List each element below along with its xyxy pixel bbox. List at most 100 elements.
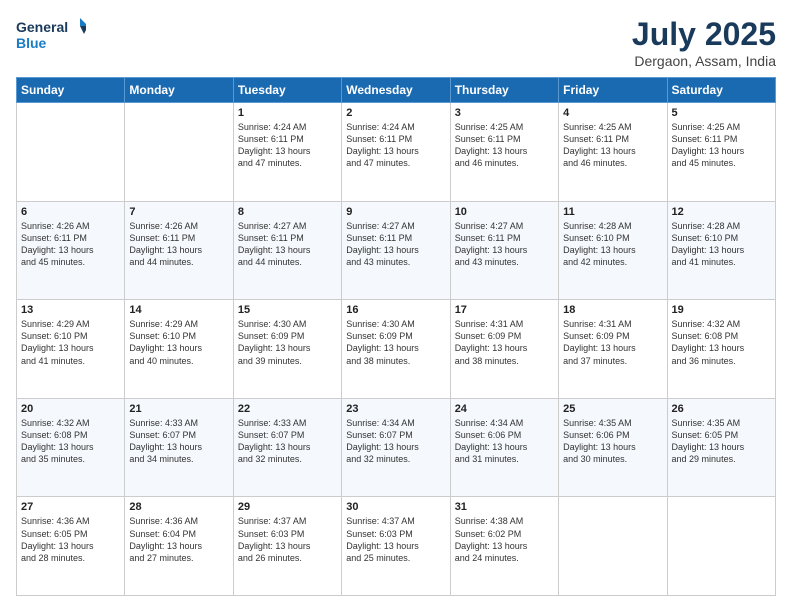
week-row-2: 6 Sunrise: 4:26 AM Sunset: 6:11 PM Daylig…	[17, 201, 776, 300]
cell-0-2: 1 Sunrise: 4:24 AM Sunset: 6:11 PM Daylig…	[233, 103, 341, 202]
cell-0-1	[125, 103, 233, 202]
location: Dergaon, Assam, India	[632, 53, 776, 69]
cell-4-2: 29 Sunrise: 4:37 AM Sunset: 6:03 PM Dayli…	[233, 497, 341, 596]
header-wednesday: Wednesday	[342, 78, 450, 103]
cell-text: Sunrise: 4:28 AM Sunset: 6:10 PM Dayligh…	[672, 220, 771, 269]
cell-0-4: 3Sunrise: 4:25 AM Sunset: 6:11 PM Daylig…	[450, 103, 558, 202]
week-row-4: 20 Sunrise: 4:32 AM Sunset: 6:08 PM Dayli…	[17, 398, 776, 497]
cell-text: Sunrise: 4:37 AM Sunset: 6:03 PM Dayligh…	[238, 515, 337, 564]
cell-1-0: 6 Sunrise: 4:26 AM Sunset: 6:11 PM Daylig…	[17, 201, 125, 300]
header-tuesday: Tuesday	[233, 78, 341, 103]
day-number: 15	[238, 304, 337, 316]
cell-text: Sunrise: 4:30 AM Sunset: 6:09 PM Dayligh…	[238, 318, 337, 367]
cell-text: Sunrise: 4:24 AM Sunset: 6:11 PM Dayligh…	[238, 121, 337, 170]
day-number: 16	[346, 304, 445, 316]
svg-text:Blue: Blue	[16, 35, 47, 51]
calendar-table: SundayMondayTuesdayWednesdayThursdayFrid…	[16, 77, 776, 596]
day-number: 3	[455, 107, 554, 119]
cell-4-3: 30 Sunrise: 4:37 AM Sunset: 6:03 PM Dayli…	[342, 497, 450, 596]
cell-text: Sunrise: 4:31 AM Sunset: 6:09 PM Dayligh…	[455, 318, 554, 367]
cell-text: Sunrise: 4:33 AM Sunset: 6:07 PM Dayligh…	[238, 417, 337, 466]
cell-text: Sunrise: 4:27 AM Sunset: 6:11 PM Dayligh…	[455, 220, 554, 269]
header-friday: Friday	[559, 78, 667, 103]
page: General Blue July 2025 Dergaon, Assam, I…	[0, 0, 792, 612]
day-number: 13	[21, 304, 120, 316]
cell-2-4: 17 Sunrise: 4:31 AM Sunset: 6:09 PM Dayli…	[450, 300, 558, 399]
day-number: 23	[346, 403, 445, 415]
cell-text: Sunrise: 4:35 AM Sunset: 6:06 PM Dayligh…	[563, 417, 662, 466]
day-number: 24	[455, 403, 554, 415]
header-monday: Monday	[125, 78, 233, 103]
day-number: 7	[129, 206, 228, 218]
cell-1-5: 11Sunrise: 4:28 AM Sunset: 6:10 PM Dayli…	[559, 201, 667, 300]
cell-text: Sunrise: 4:24 AM Sunset: 6:11 PM Dayligh…	[346, 121, 445, 170]
cell-text: Sunrise: 4:32 AM Sunset: 6:08 PM Dayligh…	[21, 417, 120, 466]
week-row-5: 27 Sunrise: 4:36 AM Sunset: 6:05 PM Dayli…	[17, 497, 776, 596]
day-number: 26	[672, 403, 771, 415]
day-number: 2	[346, 107, 445, 119]
title-block: July 2025 Dergaon, Assam, India	[632, 16, 776, 69]
day-number: 18	[563, 304, 662, 316]
day-number: 5	[672, 107, 771, 119]
month-title: July 2025	[632, 16, 776, 53]
cell-0-5: 4 Sunrise: 4:25 AM Sunset: 6:11 PM Daylig…	[559, 103, 667, 202]
header: General Blue July 2025 Dergaon, Assam, I…	[16, 16, 776, 69]
cell-text: Sunrise: 4:25 AM Sunset: 6:11 PM Dayligh…	[563, 121, 662, 170]
day-number: 29	[238, 501, 337, 513]
cell-3-0: 20 Sunrise: 4:32 AM Sunset: 6:08 PM Dayli…	[17, 398, 125, 497]
cell-2-5: 18 Sunrise: 4:31 AM Sunset: 6:09 PM Dayli…	[559, 300, 667, 399]
day-number: 8	[238, 206, 337, 218]
cell-text: Sunrise: 4:29 AM Sunset: 6:10 PM Dayligh…	[21, 318, 120, 367]
day-number: 14	[129, 304, 228, 316]
week-row-1: 1 Sunrise: 4:24 AM Sunset: 6:11 PM Daylig…	[17, 103, 776, 202]
cell-text: Sunrise: 4:26 AM Sunset: 6:11 PM Dayligh…	[21, 220, 120, 269]
day-number: 31	[455, 501, 554, 513]
logo: General Blue	[16, 16, 86, 52]
cell-4-1: 28Sunrise: 4:36 AM Sunset: 6:04 PM Dayli…	[125, 497, 233, 596]
cell-1-3: 9Sunrise: 4:27 AM Sunset: 6:11 PM Daylig…	[342, 201, 450, 300]
cell-4-0: 27 Sunrise: 4:36 AM Sunset: 6:05 PM Dayli…	[17, 497, 125, 596]
cell-text: Sunrise: 4:30 AM Sunset: 6:09 PM Dayligh…	[346, 318, 445, 367]
cell-2-3: 16 Sunrise: 4:30 AM Sunset: 6:09 PM Dayli…	[342, 300, 450, 399]
cell-0-3: 2 Sunrise: 4:24 AM Sunset: 6:11 PM Daylig…	[342, 103, 450, 202]
cell-text: Sunrise: 4:25 AM Sunset: 6:11 PM Dayligh…	[672, 121, 771, 170]
cell-3-1: 21Sunrise: 4:33 AM Sunset: 6:07 PM Dayli…	[125, 398, 233, 497]
cell-4-5	[559, 497, 667, 596]
cell-text: Sunrise: 4:33 AM Sunset: 6:07 PM Dayligh…	[129, 417, 228, 466]
cell-3-3: 23Sunrise: 4:34 AM Sunset: 6:07 PM Dayli…	[342, 398, 450, 497]
cell-text: Sunrise: 4:36 AM Sunset: 6:05 PM Dayligh…	[21, 515, 120, 564]
cell-2-6: 19Sunrise: 4:32 AM Sunset: 6:08 PM Dayli…	[667, 300, 775, 399]
cell-0-0	[17, 103, 125, 202]
cell-text: Sunrise: 4:35 AM Sunset: 6:05 PM Dayligh…	[672, 417, 771, 466]
cell-4-6	[667, 497, 775, 596]
cell-1-2: 8Sunrise: 4:27 AM Sunset: 6:11 PM Daylig…	[233, 201, 341, 300]
cell-text: Sunrise: 4:29 AM Sunset: 6:10 PM Dayligh…	[129, 318, 228, 367]
cell-1-6: 12Sunrise: 4:28 AM Sunset: 6:10 PM Dayli…	[667, 201, 775, 300]
day-number: 9	[346, 206, 445, 218]
day-number: 1	[238, 107, 337, 119]
day-number: 22	[238, 403, 337, 415]
cell-3-4: 24 Sunrise: 4:34 AM Sunset: 6:06 PM Dayli…	[450, 398, 558, 497]
cell-3-2: 22 Sunrise: 4:33 AM Sunset: 6:07 PM Dayli…	[233, 398, 341, 497]
cell-text: Sunrise: 4:32 AM Sunset: 6:08 PM Dayligh…	[672, 318, 771, 367]
cell-3-6: 26 Sunrise: 4:35 AM Sunset: 6:05 PM Dayli…	[667, 398, 775, 497]
day-number: 6	[21, 206, 120, 218]
header-thursday: Thursday	[450, 78, 558, 103]
day-number: 17	[455, 304, 554, 316]
day-number: 4	[563, 107, 662, 119]
cell-1-1: 7Sunrise: 4:26 AM Sunset: 6:11 PM Daylig…	[125, 201, 233, 300]
day-number: 27	[21, 501, 120, 513]
day-number: 20	[21, 403, 120, 415]
week-row-3: 13 Sunrise: 4:29 AM Sunset: 6:10 PM Dayli…	[17, 300, 776, 399]
cell-1-4: 10Sunrise: 4:27 AM Sunset: 6:11 PM Dayli…	[450, 201, 558, 300]
calendar-body: 1 Sunrise: 4:24 AM Sunset: 6:11 PM Daylig…	[17, 103, 776, 596]
day-number: 30	[346, 501, 445, 513]
logo-svg: General Blue	[16, 16, 86, 52]
cell-2-0: 13 Sunrise: 4:29 AM Sunset: 6:10 PM Dayli…	[17, 300, 125, 399]
cell-text: Sunrise: 4:31 AM Sunset: 6:09 PM Dayligh…	[563, 318, 662, 367]
cell-text: Sunrise: 4:34 AM Sunset: 6:06 PM Dayligh…	[455, 417, 554, 466]
header-sunday: Sunday	[17, 78, 125, 103]
cell-text: Sunrise: 4:37 AM Sunset: 6:03 PM Dayligh…	[346, 515, 445, 564]
svg-text:General: General	[16, 19, 68, 35]
cell-3-5: 25Sunrise: 4:35 AM Sunset: 6:06 PM Dayli…	[559, 398, 667, 497]
